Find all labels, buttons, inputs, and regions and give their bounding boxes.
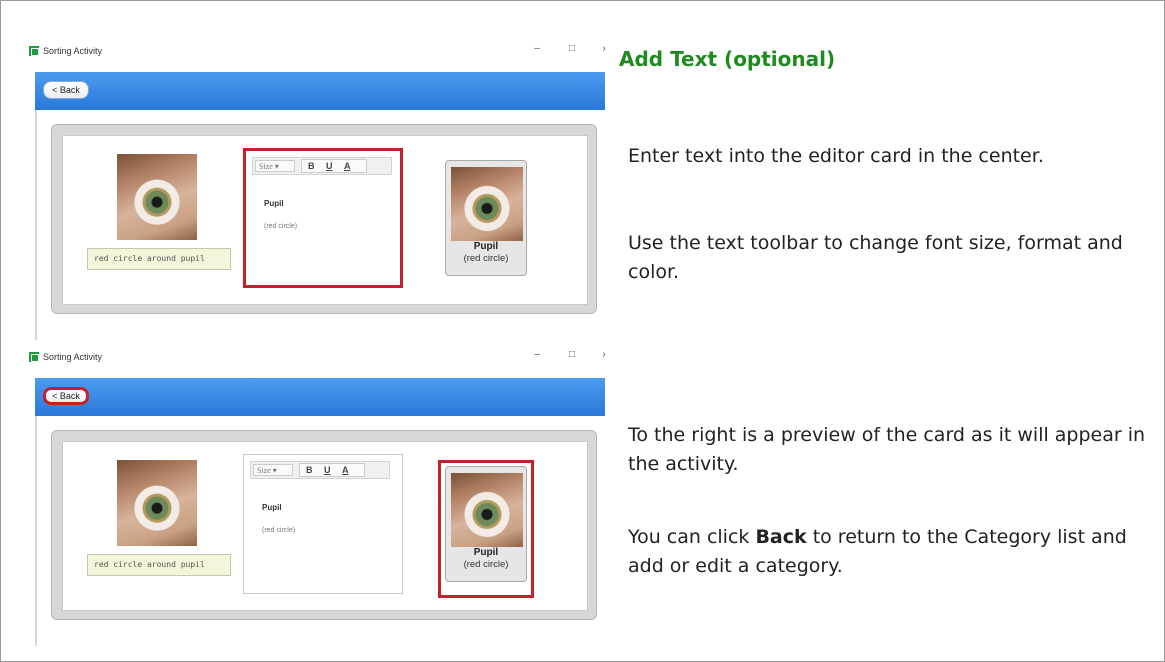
text-editor-card[interactable]: Size ▾ B U A Pupil (red circle) (243, 148, 403, 288)
screenshot-preview: Sorting Activity – □ › < Back red circle… (25, 346, 606, 646)
close-icon[interactable]: › (597, 43, 611, 54)
instruction-back: You can click Back to return to the Cate… (628, 523, 1148, 581)
image-caption[interactable]: red circle around pupil (87, 554, 231, 576)
instruction-toolbar: Use the text toolbar to change font size… (628, 232, 1123, 283)
font-size-label: Size (257, 466, 271, 475)
instruction-editor: Enter text into the editor card in the c… (628, 145, 1044, 167)
underline-button[interactable]: U (326, 160, 333, 173)
header-bar: < Back (35, 72, 605, 110)
back-button[interactable]: < Back (43, 81, 89, 99)
image-caption[interactable]: red circle around pupil (87, 248, 231, 270)
font-size-label: Size (259, 162, 273, 171)
card-image[interactable] (117, 154, 197, 240)
instruction-preview: To the right is a preview of the card as… (628, 424, 1146, 475)
font-size-dropdown[interactable]: Size ▾ (253, 464, 293, 476)
back-label: Back (59, 391, 80, 401)
text-toolbar: Size ▾ B U A (252, 157, 392, 175)
minimize-icon[interactable]: – (530, 349, 544, 360)
chevron-left-icon: < (52, 85, 58, 95)
underline-button[interactable]: U (324, 464, 331, 477)
app-icon (29, 352, 39, 362)
card-preview: Pupil (red circle) (445, 160, 527, 276)
format-buttons: B U A (299, 463, 365, 477)
window-title: Sorting Activity (43, 46, 103, 56)
text-toolbar: Size ▾ B U A (250, 461, 390, 479)
bold-button[interactable]: B (306, 464, 313, 477)
window-titlebar: Sorting Activity – □ › (25, 40, 606, 62)
card-preview: Pupil (red circle) (445, 466, 527, 582)
left-divider (35, 110, 37, 340)
preview-subtitle: (red circle) (463, 253, 509, 264)
preview-title: Pupil (473, 547, 499, 558)
back-label: Back (59, 85, 80, 95)
maximize-icon[interactable]: □ (565, 43, 579, 54)
screenshot-editor: Sorting Activity – □ › < Back red circle… (25, 40, 606, 340)
preview-title: Pupil (473, 241, 499, 252)
format-buttons: B U A (301, 159, 367, 173)
font-size-dropdown[interactable]: Size ▾ (255, 160, 295, 172)
text-editor-card[interactable]: Size ▾ B U A Pupil (red circle) (243, 454, 403, 594)
card-image[interactable] (117, 460, 197, 546)
minimize-icon[interactable]: – (530, 43, 544, 54)
close-icon[interactable]: › (597, 349, 611, 360)
section-heading: Add Text (optional) (619, 47, 836, 71)
bold-button[interactable]: B (308, 160, 315, 173)
maximize-icon[interactable]: □ (565, 349, 579, 360)
editor-title-text[interactable]: Pupil (262, 503, 282, 512)
preview-image (451, 167, 523, 241)
back-button[interactable]: < Back (43, 387, 89, 405)
editor-subtitle-text[interactable]: (red circle) (262, 527, 295, 534)
window-titlebar: Sorting Activity – □ › (25, 346, 606, 368)
preview-image (451, 473, 523, 547)
editor-subtitle-text[interactable]: (red circle) (264, 223, 297, 230)
instruction-back-text-before: You can click (628, 526, 756, 548)
editor-title-text[interactable]: Pupil (264, 199, 284, 208)
window-title: Sorting Activity (43, 352, 103, 362)
font-color-button[interactable]: A (344, 160, 351, 173)
instruction-back-bold: Back (755, 526, 807, 548)
font-color-button[interactable]: A (342, 464, 349, 477)
header-bar: < Back (35, 378, 605, 416)
chevron-left-icon: < (52, 391, 58, 401)
app-icon (29, 46, 39, 56)
left-divider (35, 416, 37, 646)
preview-subtitle: (red circle) (463, 559, 509, 570)
